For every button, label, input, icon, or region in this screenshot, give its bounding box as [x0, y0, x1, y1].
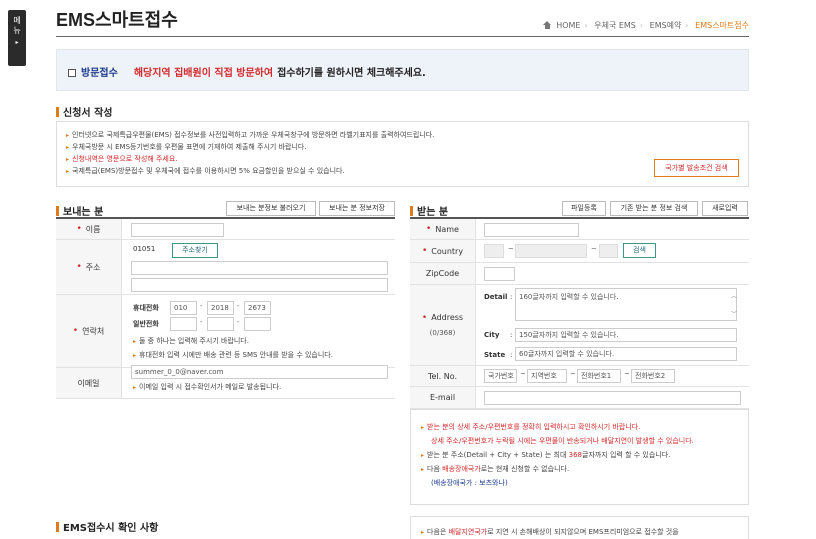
mobile-input-2[interactable]: 2018 [207, 301, 234, 315]
detail-scroll-arrows[interactable]: ︿ ﹀ [731, 288, 737, 324]
notice-item: 우체국방문 시 EMS등기번호를 우편물 표면에 기재하여 제출해 주시기 바랍… [66, 141, 434, 153]
breadcrumb-ems[interactable]: 우체국 EMS [594, 21, 636, 30]
sender-section-title: 보내는 분 [56, 203, 103, 218]
confirm-section-title: EMS접수시 확인 사항 [56, 519, 158, 534]
receiver-address-label: Address [431, 313, 464, 322]
sender-name-input[interactable] [131, 223, 224, 237]
mobile-label: 휴대전화 [133, 304, 159, 312]
application-notice-box: 인터넷으로 국제특급우편물(EMS) 접수정보를 사전입력하고 가까운 우체국창… [56, 121, 749, 187]
breadcrumb: HOME › 우체국 EMS › EMS예약 › EMS스마트접수 [542, 20, 749, 31]
receiver-notice-4: 다음 배송장애국가로는 현재 신청할 수 없습니다. [421, 464, 569, 474]
page-title: EMS스마트접수 [56, 10, 178, 30]
receiver-section-title: 받는 분 [410, 203, 448, 218]
receiver-zip-input[interactable] [484, 267, 515, 281]
country-search-button[interactable]: 검색 [623, 243, 656, 258]
receiver-zip-label: ZipCode [425, 269, 460, 278]
application-section-title: 신청서 작성 [56, 104, 112, 119]
country-extra-input[interactable] [599, 244, 618, 258]
receiver-name-input[interactable] [484, 223, 579, 237]
notice-item: 인터넷으로 국제특급우편물(EMS) 접수정보를 사전입력하고 가까운 우체국창… [66, 129, 434, 141]
receiver-email-label: E-mail [429, 393, 456, 402]
mobile-input-3[interactable]: 2673 [244, 301, 271, 315]
email-note: 이메일 입력 시 접수확인서가 메일로 발송됩니다. [133, 382, 281, 392]
receiver-form: • Name • Country ~ ~ 검색 ZipCode • Address (… [410, 217, 749, 409]
receiver-name-label: Name [435, 224, 459, 234]
receiver-email-input[interactable] [484, 391, 741, 405]
receiver-notice-3: 받는 분 주소(Detail + City + State) 는 최대 368글… [421, 450, 670, 460]
breadcrumb-reservation[interactable]: EMS예약 [650, 21, 682, 30]
breadcrumb-current: EMS스마트접수 [695, 21, 749, 30]
delay-notice: 다음은 배달지연국가로 지연 시 손해배상이 되지않으며 EMS프리미엄으로 접… [421, 527, 679, 537]
phone-input-2[interactable] [207, 317, 234, 331]
phone-input-1[interactable] [170, 317, 197, 331]
receiver-notice-box: 받는 분의 상세 주소/우편번호를 정확히 입력하시고 확인하시기 바랍니다. … [410, 409, 749, 505]
save-sender-button[interactable]: 보내는 분 정보저장 [319, 201, 395, 216]
notice-item: 신청내역은 영문으로 작성해 주세요. [66, 153, 434, 165]
city-label: City [484, 331, 500, 339]
receiver-country-row: • Country ~ ~ 검색 [410, 240, 749, 263]
receiver-name-row: • Name [410, 219, 749, 240]
visit-pickup-box: 방문접수 해당지역 집배원이 직접 방문하여 접수하기를 원하시면 체크해주세요. [56, 49, 749, 91]
mobile-input-1[interactable]: 010 [170, 301, 197, 315]
side-menu-label-2: 뉴 [13, 26, 21, 35]
address-search-button[interactable]: 주소찾기 [172, 243, 218, 258]
sender-contact-label: 연락처 [82, 326, 105, 336]
sender-address-input-2[interactable] [131, 278, 388, 292]
visit-pickup-checkbox[interactable] [68, 69, 76, 77]
detail-label: Detail [484, 293, 508, 301]
receiver-email-row: E-mail [410, 387, 749, 409]
visit-pickup-label[interactable]: 방문접수 [81, 68, 118, 79]
receiver-tel-row: Tel. No. 국가번호 ~ 지역번호 ~ 전화번호1 ~ 전화번호2 [410, 366, 749, 387]
state-input[interactable]: 60글자까지 입력할 수 있습니다. [515, 347, 737, 361]
sender-email-row: 이메일 summer_0_0@naver.com 이메일 입력 시 접수확인서가… [56, 365, 395, 399]
sender-email-input[interactable]: summer_0_0@naver.com [131, 365, 388, 379]
country-code-input[interactable] [484, 244, 504, 258]
city-input[interactable]: 150글자까지 입력할 수 있습니다. [515, 328, 737, 342]
receiver-country-label: Country [431, 246, 464, 256]
title-row: EMS스마트접수 HOME › 우체국 EMS › EMS예약 › EMS스마트접수 [56, 0, 749, 37]
phone-label: 일반전화 [133, 320, 159, 328]
tel-country-input[interactable]: 국가번호 [484, 369, 517, 383]
visit-pickup-highlight: 해당지역 집배원이 직접 방문하여 [133, 68, 274, 79]
receiver-address-row: • Address (0/368) Detail : 160글자까지 입력할 수 … [410, 285, 749, 366]
tel-area-input[interactable]: 지역번호 [527, 369, 567, 383]
contact-note-2: 휴대전화 입력 시에만 배송 관련 등 SMS 안내를 받을 수 있습니다. [133, 350, 333, 360]
receiver-zip-row: ZipCode [410, 263, 749, 285]
new-receiver-button[interactable]: 새로입력 [702, 201, 748, 216]
address-char-count: (0/368) [429, 329, 456, 337]
chevron-right-icon: ▸ [15, 39, 19, 46]
home-icon [542, 21, 552, 29]
side-menu-tab[interactable]: 메 뉴 ▸ [8, 10, 26, 66]
country-name-input[interactable] [515, 244, 587, 258]
file-upload-button[interactable]: 파일등록 [562, 201, 606, 216]
receiver-notice-2: 상세 주소/우편번호가 누락될 시에는 우편물이 반송되거나 배달지연이 발생할… [431, 437, 694, 445]
receiver-notice-5: (배송장애국가 : 보츠와나) [431, 479, 508, 487]
sender-form: • 이름 • 주소 01051 주소찾기 • 연락처 휴대전화 010 - 2018 … [56, 217, 395, 399]
sender-email-label: 이메일 [77, 378, 100, 388]
notice-item: 국제특급(EMS)방문접수 및 우체국에 접수를 이용하시면 5% 요금할인을 … [66, 165, 434, 177]
search-receiver-button[interactable]: 기존 받는 분 정보 검색 [610, 201, 698, 216]
sender-name-row: • 이름 [56, 219, 395, 240]
sender-address-input-1[interactable] [131, 261, 388, 275]
load-sender-button[interactable]: 보내는 분정보 불러오기 [226, 201, 316, 216]
tel-number2-input[interactable]: 전화번호2 [631, 369, 675, 383]
sender-name-label: 이름 [85, 224, 101, 234]
tel-number1-input[interactable]: 전화번호1 [577, 369, 621, 383]
receiver-tel-label: Tel. No. [427, 371, 458, 381]
sender-address-row: • 주소 01051 주소찾기 [56, 240, 395, 295]
detail-textarea[interactable]: 160글자까지 입력할 수 있습니다. [515, 288, 737, 321]
sender-contact-row: •연락처 휴대전화 010 - 2018 - 2673 일반전화 - - 둘 중… [56, 295, 395, 368]
contact-note-1: 둘 중 하나는 입력해 주시기 바랍니다. [133, 336, 249, 346]
sender-zip-value: 01051 [133, 245, 156, 253]
side-menu-label-1: 메 [13, 16, 21, 25]
receiver-notice-1: 받는 분의 상세 주소/우편번호를 정확히 입력하시고 확인하시기 바랍니다. [421, 422, 640, 432]
state-label: State [484, 351, 506, 359]
sender-address-label: 주소 [85, 262, 101, 272]
delay-notice-box: 다음은 배달지연국가로 지연 시 손해배상이 되지않으며 EMS프리미엄으로 접… [410, 516, 749, 539]
country-conditions-button[interactable]: 국가별 발송조건 검색 [654, 159, 739, 177]
visit-pickup-text: 접수하기를 원하시면 체크해주세요. [277, 68, 426, 79]
breadcrumb-home[interactable]: HOME [556, 21, 580, 30]
main-content: EMS스마트접수 HOME › 우체국 EMS › EMS예약 › EMS스마트접수 … [56, 0, 749, 539]
phone-input-3[interactable] [244, 317, 271, 331]
